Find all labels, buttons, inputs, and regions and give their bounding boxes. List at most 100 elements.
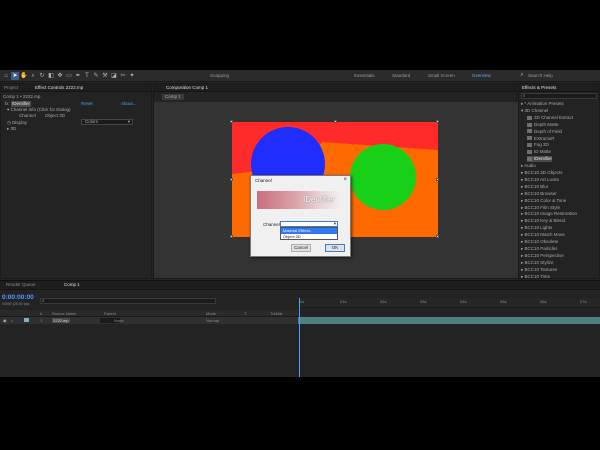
workspace-overview[interactable]: Overview	[472, 73, 491, 78]
workspace-essentials[interactable]: Essentials	[354, 73, 375, 78]
list-item[interactable]: ▸ BCC10 Perspective	[521, 253, 564, 259]
list-item[interactable]: ▸ BCC10 Obsolete	[521, 239, 558, 245]
home-icon[interactable]: ⌂	[2, 72, 10, 80]
list-item[interactable]: ▸ BCC10 Image Restoration	[521, 211, 577, 217]
timeline-panel: Render Queue Comp 1 0:00:00:00 00000 (25…	[0, 280, 600, 377]
mode-dropdown[interactable]: Normal	[206, 318, 219, 323]
snapping-label[interactable]: Snapping	[210, 73, 229, 78]
list-item[interactable]: ▸ BCC10 Textures	[521, 267, 557, 273]
zoom-tool-icon[interactable]: ⌕	[29, 72, 37, 80]
tab-render-queue[interactable]: Render Queue	[6, 282, 36, 287]
ok-button[interactable]: OK	[325, 244, 345, 252]
threed-row[interactable]: ▸ 3D	[7, 126, 16, 132]
list-item[interactable]: Fog 3D	[527, 142, 549, 148]
transform-handle[interactable]	[230, 120, 233, 123]
flow-tab-comp1[interactable]: Comp 1	[162, 94, 184, 100]
channel-dropdown-list: Material Effects Object 3D	[280, 227, 338, 240]
effects-search-input[interactable]: ⌕	[521, 93, 597, 99]
list-item[interactable]: ▸ BCC10 Film Style	[521, 205, 560, 211]
list-item[interactable]: ▸ BCC10 3D Objects	[521, 170, 563, 176]
selection-tool-icon[interactable]: ➤	[11, 72, 19, 80]
pen-tool-icon[interactable]: ✒	[74, 72, 82, 80]
camera-tool-icon[interactable]: ◧	[47, 72, 55, 80]
layer-columns-header: # Source Name Parent Mode T TrkMat	[0, 310, 298, 317]
list-item[interactable]: ▸ BCC10 Color & Tone	[521, 198, 566, 204]
ruler-tick: 03s	[420, 299, 427, 304]
parent-dropdown[interactable]: None	[114, 318, 124, 323]
time-ruler[interactable]: 0s 01s 02s 03s 04s 05s 06s 07s	[298, 298, 600, 308]
list-item[interactable]: ▸ BCC10 Lights	[521, 225, 552, 231]
close-icon[interactable]: ×	[343, 177, 347, 183]
playhead[interactable]	[299, 298, 300, 377]
list-item[interactable]: ▸ BCC10 Time	[521, 274, 550, 280]
ruler-tick: 06s	[540, 299, 547, 304]
search-help-field[interactable]: Search Help	[528, 73, 553, 78]
cancel-button[interactable]: Cancel	[291, 244, 311, 252]
transform-handle[interactable]	[436, 120, 439, 123]
list-item[interactable]: Depth of Field	[527, 129, 562, 135]
col-parent: Parent	[104, 311, 116, 316]
col-source-name[interactable]: Source Name	[52, 311, 76, 316]
workspace-small-screen[interactable]: Small Screen	[428, 73, 455, 78]
workspace-standard[interactable]: Standard	[392, 73, 410, 78]
timeline-search-input[interactable]: ⌕	[40, 298, 216, 304]
transform-handle[interactable]	[436, 235, 439, 238]
tab-composition[interactable]: Composition Comp 1	[166, 85, 208, 90]
eraser-icon[interactable]: ◪	[110, 72, 118, 80]
search-icon: ⌕	[42, 298, 45, 303]
puppet-pin-icon[interactable]: ✦	[128, 72, 136, 80]
list-item-label: BCC10 Image Restoration	[524, 211, 578, 217]
list-item[interactable]: ID Matte	[527, 149, 551, 155]
list-item[interactable]: EXtractoR	[527, 136, 555, 142]
list-item[interactable]: ▸ BCC10 Browser	[521, 191, 557, 197]
layer-track-bar[interactable]	[298, 317, 600, 324]
list-item[interactable]: ▾ 3D Channel	[521, 108, 548, 114]
transform-handle[interactable]	[334, 120, 337, 123]
about-link[interactable]: About...	[121, 101, 137, 107]
list-item[interactable]: IDentifier	[527, 156, 553, 163]
clone-stamp-icon[interactable]: ⚒	[101, 72, 109, 80]
transform-handle[interactable]	[436, 178, 439, 181]
channel-info-label[interactable]: Channel Info (Click for Dialog)	[11, 107, 71, 112]
list-item-label: BCC10 Match Move	[524, 232, 565, 238]
table-row[interactable]: ◉ ♪ 1 2222.mp None Normal	[0, 317, 298, 324]
tab-project[interactable]: Project	[4, 85, 18, 90]
brush-tool-icon[interactable]: ✎	[92, 72, 100, 80]
list-item-label: IDentifier	[534, 156, 553, 162]
list-item[interactable]: ▸ BCC10 Blur	[521, 184, 548, 190]
layer-index: 1	[40, 318, 43, 323]
tab-effects-presets[interactable]: Effects & Presets	[522, 85, 556, 90]
roto-brush-icon[interactable]: ✂	[119, 72, 127, 80]
list-item[interactable]: ▸ BCC10 Key & Blend	[521, 218, 565, 224]
list-item-label: BCC10 Obsolete	[524, 239, 559, 244]
list-item[interactable]: Depth Matte	[527, 122, 559, 128]
list-item-label: 3D Channel	[524, 107, 549, 113]
list-item[interactable]: ▸ Audio	[521, 163, 536, 169]
layer-name[interactable]: 2222.mp	[52, 318, 70, 323]
list-item[interactable]: ▸ BCC10 Match Move	[521, 232, 565, 238]
audio-icon[interactable]: ♪	[11, 318, 13, 323]
search-icon[interactable]: ⌕	[518, 71, 526, 79]
pan-behind-icon[interactable]: ✥	[56, 72, 64, 80]
label-color-swatch[interactable]	[24, 318, 29, 322]
tab-comp1-timeline[interactable]: Comp 1	[64, 282, 80, 287]
transform-handle[interactable]	[230, 235, 233, 238]
display-dropdown[interactable]: Colors ▾	[81, 119, 133, 125]
transform-handle[interactable]	[230, 178, 233, 181]
dialog-channel-label: Channel	[263, 222, 280, 227]
reset-link[interactable]: Reset	[81, 101, 93, 107]
list-item[interactable]: 3D Channel Extract	[527, 115, 573, 121]
channel-option-object-3d[interactable]: Object 3D	[281, 234, 337, 240]
tab-effect-controls[interactable]: Effect Controls 2222.mp	[35, 85, 83, 90]
list-item[interactable]: ▸ * Animation Presets	[521, 101, 564, 107]
rect-tool-icon[interactable]: ▭	[65, 72, 73, 80]
list-item[interactable]: ▸ BCC10 Particles	[521, 246, 558, 252]
list-item-label: BCC10 Blur	[524, 183, 549, 189]
type-tool-icon[interactable]: T	[83, 72, 91, 80]
rotate-tool-icon[interactable]: ↻	[38, 72, 46, 80]
list-item[interactable]: ▸ BCC10 Art Looks	[521, 177, 559, 183]
hand-tool-icon[interactable]: ✋	[20, 72, 28, 80]
list-item[interactable]: ▸ BCC10 Stylize	[521, 260, 554, 266]
timeline-timecode[interactable]: 0:00:00:00	[2, 294, 34, 301]
eye-icon[interactable]: ◉	[3, 318, 7, 323]
